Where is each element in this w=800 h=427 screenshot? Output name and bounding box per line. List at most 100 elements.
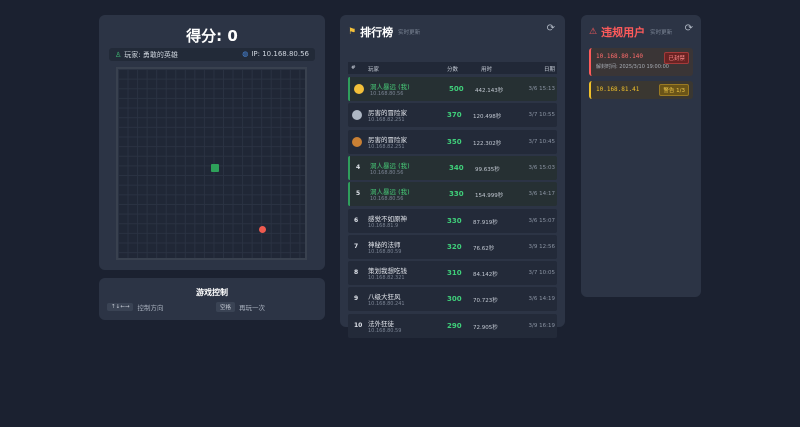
refresh-icon[interactable]: ⟳ <box>547 23 555 34</box>
row-date: 3/6 15:03 <box>528 164 555 171</box>
row-score: 500 <box>449 85 464 93</box>
leaderboard-table-header: # 玩家 分数 用时 日期 <box>348 62 557 74</box>
row-player-name: 洞人暴远 (我) <box>370 83 410 91</box>
warning-badge: 警告 1/3 <box>659 84 689 96</box>
row-player-ip: 10.168.80.241 <box>368 301 405 308</box>
row-time: 120.498秒 <box>473 114 502 121</box>
row-date: 3/6 14:19 <box>528 296 555 303</box>
row-date: 3/9 12:56 <box>528 243 555 250</box>
controls-panel: 游戏控制 ↑↓←→ 控制方向 空格 再玩一次 <box>99 278 325 320</box>
game-panel: 得分: 0 ♙ 玩家: 勇敢的英雄 ◍ IP: 10.168.80.56 <box>99 15 325 270</box>
row-score: 330 <box>447 216 462 225</box>
unban-time: 解封时间: 2025/3/10 19:00:00 <box>596 64 669 70</box>
leaderboard-panel: ⚑ 排行榜 实时更新 ⟳ # 玩家 分数 用时 日期 洞人暴远 (我) 10.16… <box>340 15 565 338</box>
game-board[interactable] <box>116 67 307 260</box>
row-player-ip: 10.168.82.251 <box>368 117 405 124</box>
row-score: 350 <box>447 137 462 146</box>
arrow-keys-hint: ↑↓←→ <box>107 303 134 311</box>
row-score: 320 <box>447 242 462 251</box>
leaderboard-title: 排行榜 <box>360 26 394 39</box>
ip-info: ◍ IP: 10.168.80.56 <box>242 50 309 58</box>
violation-card-warn: 10.168.81.41 警告 1/3 <box>589 81 693 99</box>
control-direction: ↑↓←→ 控制方向 <box>107 302 163 312</box>
violations-title: 违规用户 <box>601 26 646 39</box>
row-time: 442.143秒 <box>475 88 504 94</box>
row-time: 76.62秒 <box>473 245 495 252</box>
row-rank: 10 <box>354 321 363 329</box>
bronze-medal-icon <box>352 136 362 147</box>
player-info: ♙ 玩家: 勇敢的英雄 <box>115 50 178 60</box>
row-date: 3/6 14:17 <box>528 191 555 198</box>
row-player-name: 洞人暴远 (我) <box>370 188 410 197</box>
control-restart: 空格 再玩一次 <box>216 302 265 312</box>
control-label: 再玩一次 <box>239 304 266 312</box>
violations-panel: ⚠ 违规用户 实时更新 ⟳ 10.168.80.140 已封禁 解封时间: 20… <box>581 15 701 297</box>
col-player: 玩家 <box>368 67 380 73</box>
row-rank: 9 <box>354 295 359 303</box>
row-score: 310 <box>447 269 462 278</box>
row-score: 300 <box>447 295 462 304</box>
player-info-bar: ♙ 玩家: 勇敢的英雄 ◍ IP: 10.168.80.56 <box>109 48 315 61</box>
row-time: 70.723秒 <box>473 298 498 305</box>
violations-subtitle: 实时更新 <box>650 30 673 36</box>
row-player-ip: 10.168.80.59 <box>368 248 402 255</box>
row-score: 340 <box>449 163 464 172</box>
row-player-name: 法外狂徒 <box>368 319 394 328</box>
row-score: 290 <box>447 321 462 330</box>
silver-medal-icon <box>352 110 362 121</box>
row-player-ip: 10.168.82.251 <box>368 143 405 150</box>
row-player-ip: 10.168.80.56 <box>370 91 404 97</box>
row-player-name: 策划我想吃钱 <box>368 267 407 276</box>
row-player-ip: 10.168.80.56 <box>370 196 404 203</box>
row-date: 3/9 16:19 <box>528 322 555 329</box>
row-time: 84.142秒 <box>473 272 498 279</box>
row-score: 370 <box>447 111 462 120</box>
row-date: 3/7 10:05 <box>528 270 555 277</box>
leaderboard-row: 6 感觉不如原神 10.168.81.9 330 87.919秒 3/6 15:07 <box>348 208 557 233</box>
row-rank: 4 <box>356 163 361 171</box>
col-time: 用时 <box>481 67 493 73</box>
player-ip: IP: 10.168.80.56 <box>251 50 309 58</box>
refresh-icon[interactable]: ⟳ <box>685 23 693 34</box>
col-date: 日期 <box>543 67 555 73</box>
leaderboard-subtitle: 实时更新 <box>398 30 421 36</box>
food-item <box>259 226 266 233</box>
row-rank: 6 <box>354 216 359 224</box>
gold-medal-icon <box>354 84 364 94</box>
row-player-name: 洞人暴远 (我) <box>370 161 410 170</box>
violation-card-ban: 10.168.80.140 已封禁 解封时间: 2025/3/10 19:00:… <box>589 48 693 76</box>
player-name: 玩家: 勇敢的英雄 <box>124 51 178 59</box>
row-player-name: 神秘的法师 <box>368 240 401 249</box>
leaderboard-row: 4 洞人暴远 (我) 10.168.80.56 340 99.635秒 3/6 15:03 <box>348 155 557 180</box>
trophy-icon: ⚑ <box>348 27 357 37</box>
row-player-ip: 10.168.80.56 <box>370 169 404 176</box>
snake-head <box>211 164 219 172</box>
col-rank: # <box>351 65 356 71</box>
row-date: 3/6 15:13 <box>528 86 555 92</box>
row-player-name: 八级大狂风 <box>368 293 401 302</box>
leaderboard-row: 洞人暴远 (我) 10.168.80.56 500 442.143秒 3/6 15:13 <box>348 77 557 101</box>
space-key-hint: 空格 <box>216 302 236 312</box>
row-player-ip: 10.168.80.59 <box>368 327 402 334</box>
row-player-name: 厉害的冒险家 <box>368 135 407 144</box>
row-time: 99.635秒 <box>475 166 500 173</box>
score-display: 得分: 0 <box>186 27 238 45</box>
row-player-name: 感觉不如原神 <box>368 214 407 223</box>
row-player-name: 厉害的冒险家 <box>368 109 407 118</box>
violation-ip: 10.168.80.140 <box>596 53 643 60</box>
row-time: 87.919秒 <box>473 219 498 226</box>
violations-header: ⚠ 违规用户 实时更新 <box>589 24 672 40</box>
row-date: 3/7 10:55 <box>528 112 555 119</box>
row-rank: 5 <box>356 190 361 198</box>
row-time: 122.302秒 <box>473 140 502 147</box>
user-icon: ♙ <box>115 51 122 59</box>
col-score: 分数 <box>447 67 459 73</box>
leaderboard-row: 10 法外狂徒 10.168.80.59 290 72.905秒 3/9 16:19 <box>348 313 557 338</box>
leaderboard-row: 8 策划我想吃钱 10.168.82.321 310 84.142秒 3/7 10:05 <box>348 261 557 286</box>
leaderboard-header: ⚑ 排行榜 实时更新 <box>348 24 420 40</box>
globe-icon: ◍ <box>242 50 249 58</box>
row-time: 72.905秒 <box>473 324 498 331</box>
violation-ip: 10.168.81.41 <box>596 86 640 93</box>
leaderboard-row: 厉害的冒险家 10.168.82.251 350 122.302秒 3/7 10:45 <box>348 129 557 154</box>
row-score: 330 <box>449 190 464 199</box>
